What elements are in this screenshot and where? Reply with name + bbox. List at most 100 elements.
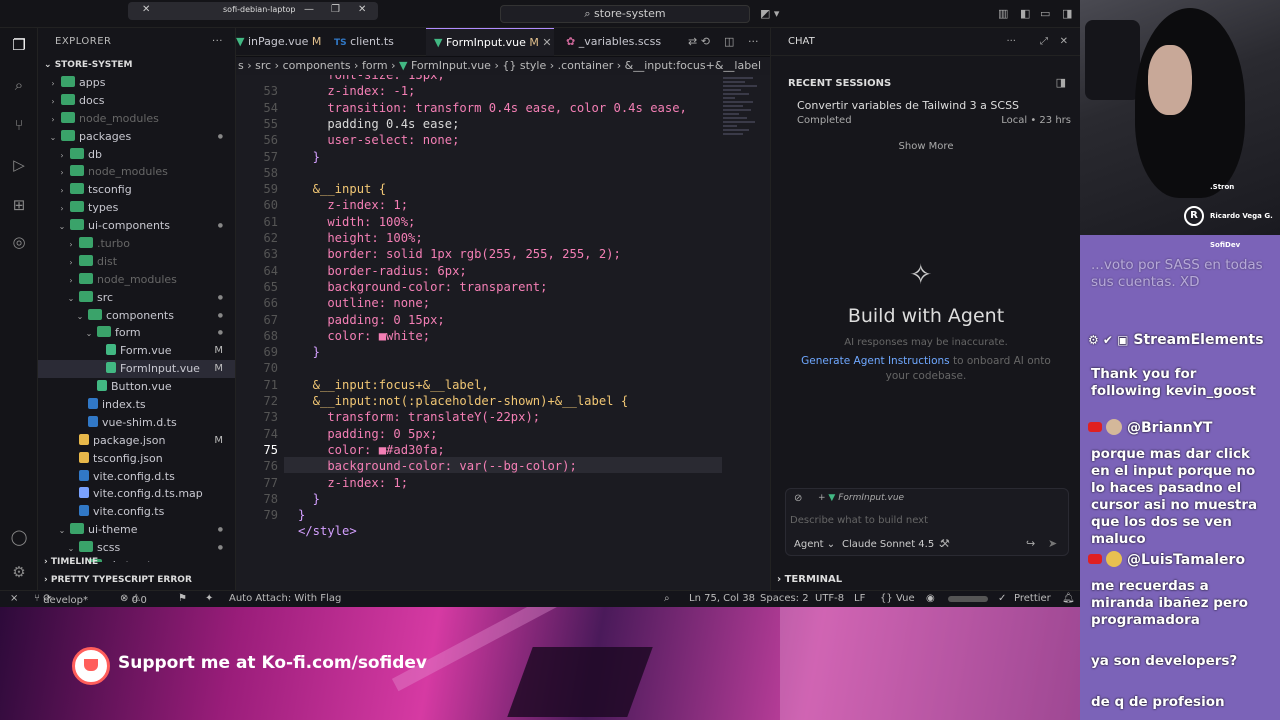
tab-variables[interactable]: ✿ _variables.scss: [566, 28, 666, 56]
account-icon[interactable]: ◯: [9, 528, 29, 546]
code-line: width: 100%;: [298, 214, 416, 229]
tree-item[interactable]: Button.vue: [38, 378, 235, 396]
show-more-link[interactable]: Show More: [771, 141, 1081, 152]
layout-icon[interactable]: ▥: [998, 7, 1008, 20]
tab-forminput[interactable]: ▼ FormInput.vue M ✕: [426, 28, 554, 56]
tree-item[interactable]: ⌄ src ●: [38, 289, 235, 307]
tree-item[interactable]: ⌄ ui-components ●: [38, 217, 235, 235]
more-icon[interactable]: ···: [212, 28, 223, 56]
attach-icon[interactable]: ⊘: [794, 493, 802, 504]
maximize-icon[interactable]: ❐: [331, 4, 340, 15]
pin-icon[interactable]: ✕: [142, 4, 150, 15]
maximize-icon[interactable]: ⤢: [1040, 28, 1048, 56]
breadcrumb-item[interactable]: &__input:focus+&__label: [625, 59, 761, 72]
search-icon[interactable]: ⌕: [9, 76, 29, 94]
minimize-icon[interactable]: —: [304, 4, 314, 15]
branch-indicator[interactable]: ⑂ develop* ⟳: [34, 593, 88, 606]
sidebar-toggle-icon[interactable]: ◧: [1020, 7, 1030, 20]
mode-select[interactable]: Agent ⌄: [794, 539, 835, 550]
breadcrumb-item[interactable]: src: [255, 59, 271, 72]
run-debug-icon[interactable]: ▷: [9, 156, 29, 174]
tree-item[interactable]: ⌄ ui-theme ●: [38, 521, 235, 539]
auto-attach[interactable]: Auto Attach: With Flag: [229, 593, 341, 604]
send-icon[interactable]: ➤: [1048, 537, 1057, 550]
tree-item[interactable]: vue-shim.d.ts: [38, 414, 235, 432]
source-control-icon[interactable]: ⑂: [9, 116, 29, 134]
breadcrumb-item[interactable]: components: [283, 59, 351, 72]
close-icon[interactable]: ✕: [358, 4, 366, 15]
tree-item[interactable]: › .turbo: [38, 235, 235, 253]
tree-item[interactable]: › types: [38, 199, 235, 217]
breadcrumb-item[interactable]: s ›: [236, 59, 255, 72]
tab-client[interactable]: TS client.ts: [334, 28, 420, 56]
terminal-section[interactable]: › TERMINAL: [777, 574, 842, 585]
problems-indicator[interactable]: ⊗ 0 ⚠ 0: [120, 593, 147, 606]
indentation[interactable]: Spaces: 2: [760, 593, 809, 604]
more-icon[interactable]: ···: [1006, 28, 1016, 56]
zoom-icon[interactable]: ⌕: [664, 593, 670, 604]
agent-instructions-link[interactable]: Generate Agent Instructions: [801, 355, 949, 367]
copilot-status-icon[interactable]: ◉: [926, 593, 935, 604]
run-icon[interactable]: ⚑: [178, 593, 187, 604]
code-editor[interactable]: 53 54 55 56 57 58 59 60 61 62 63 64 65 66 67 68 69 70 71 72…: [236, 75, 770, 590]
language-mode[interactable]: Vue: [896, 593, 915, 604]
tree-item[interactable]: › node_modules: [38, 110, 235, 128]
extensions-icon[interactable]: ⊞: [9, 196, 29, 214]
add-context-button[interactable]: + ▼ FormInput.vue: [818, 493, 904, 503]
timeline-section[interactable]: › TIMELINE: [38, 553, 235, 571]
close-icon[interactable]: ✕: [1060, 28, 1068, 56]
tree-item[interactable]: ⌄ packages ●: [38, 128, 235, 146]
ts-error-section[interactable]: › PRETTY TYPESCRIPT ERROR: [38, 571, 235, 589]
tree-item[interactable]: vite.config.ts: [38, 503, 235, 521]
tree-item[interactable]: ⌄ components ●: [38, 307, 235, 325]
remote-icon[interactable]: ⨯: [10, 593, 18, 604]
tree-item[interactable]: › docs: [38, 92, 235, 110]
close-icon[interactable]: ✕: [542, 36, 551, 49]
settings-gear-icon[interactable]: ⚙: [9, 563, 29, 581]
tree-item[interactable]: › node_modules: [38, 271, 235, 289]
tree-item[interactable]: › node_modules: [38, 163, 235, 181]
breadcrumb-item[interactable]: form: [362, 59, 388, 72]
line-ending[interactable]: LF: [854, 593, 865, 604]
explorer-icon[interactable]: ❐: [9, 36, 29, 54]
formatter[interactable]: Prettier: [1014, 593, 1051, 604]
tree-item[interactable]: vite.config.d.ts: [38, 468, 235, 486]
workspace-root[interactable]: ⌄ STORE-SYSTEM: [38, 56, 235, 74]
tree-item[interactable]: ⌄ form ●: [38, 324, 235, 342]
tree-item[interactable]: index.ts: [38, 396, 235, 414]
model-select[interactable]: Claude Sonnet 4.5 ⌄: [842, 539, 946, 550]
encoding[interactable]: UTF-8: [815, 593, 844, 604]
tree-item[interactable]: Form.vue M: [38, 342, 235, 360]
breadcrumb-item[interactable]: FormInput.vue: [411, 59, 491, 72]
more-icon[interactable]: ···: [748, 28, 759, 56]
delegate-icon[interactable]: ↪: [1026, 537, 1035, 550]
tree-item[interactable]: tsconfig.json: [38, 450, 235, 468]
cursor-position[interactable]: Ln 75, Col 38: [689, 593, 755, 604]
tree-item[interactable]: › tsconfig: [38, 181, 235, 199]
compare-icon[interactable]: ⇄ ⟲: [688, 28, 710, 56]
breadcrumb-item[interactable]: .container: [558, 59, 614, 72]
lang-braces-icon[interactable]: {}: [880, 593, 893, 604]
check-icon[interactable]: ✓: [998, 593, 1006, 604]
tree-item[interactable]: FormInput.vue M: [38, 360, 235, 379]
panel-toggle-icon[interactable]: ▭: [1040, 7, 1050, 20]
tab-inpage[interactable]: ▼ inPage.vue M: [236, 28, 326, 56]
sessions-panel-icon[interactable]: ◨: [1056, 76, 1066, 89]
secondary-sidebar-icon[interactable]: ◨: [1062, 7, 1072, 20]
remote-icon[interactable]: ◎: [9, 233, 29, 251]
tree-item[interactable]: › dist: [38, 253, 235, 271]
tools-icon[interactable]: ⚒: [940, 537, 950, 550]
minimap[interactable]: [723, 75, 763, 175]
notifications-icon[interactable]: 🔔︎: [1062, 593, 1075, 604]
debug-icon[interactable]: ✦: [205, 593, 213, 604]
chat-input-box[interactable]: ⊘ + ▼ FormInput.vue Describe what to bui…: [785, 488, 1069, 556]
tree-item[interactable]: package.json M: [38, 432, 235, 450]
copilot-icon[interactable]: ◩ ▾: [760, 7, 779, 20]
session-item[interactable]: Convertir variables de Tailwind 3 a SCSS…: [771, 96, 1081, 132]
breadcrumb-item[interactable]: {} style: [502, 59, 546, 72]
tree-item[interactable]: › apps: [38, 74, 235, 92]
command-search[interactable]: ⌕ store-system: [500, 5, 750, 23]
tree-item[interactable]: vite.config.d.ts.map: [38, 485, 235, 503]
split-editor-icon[interactable]: ◫: [724, 28, 734, 56]
tree-item[interactable]: › db: [38, 146, 235, 164]
